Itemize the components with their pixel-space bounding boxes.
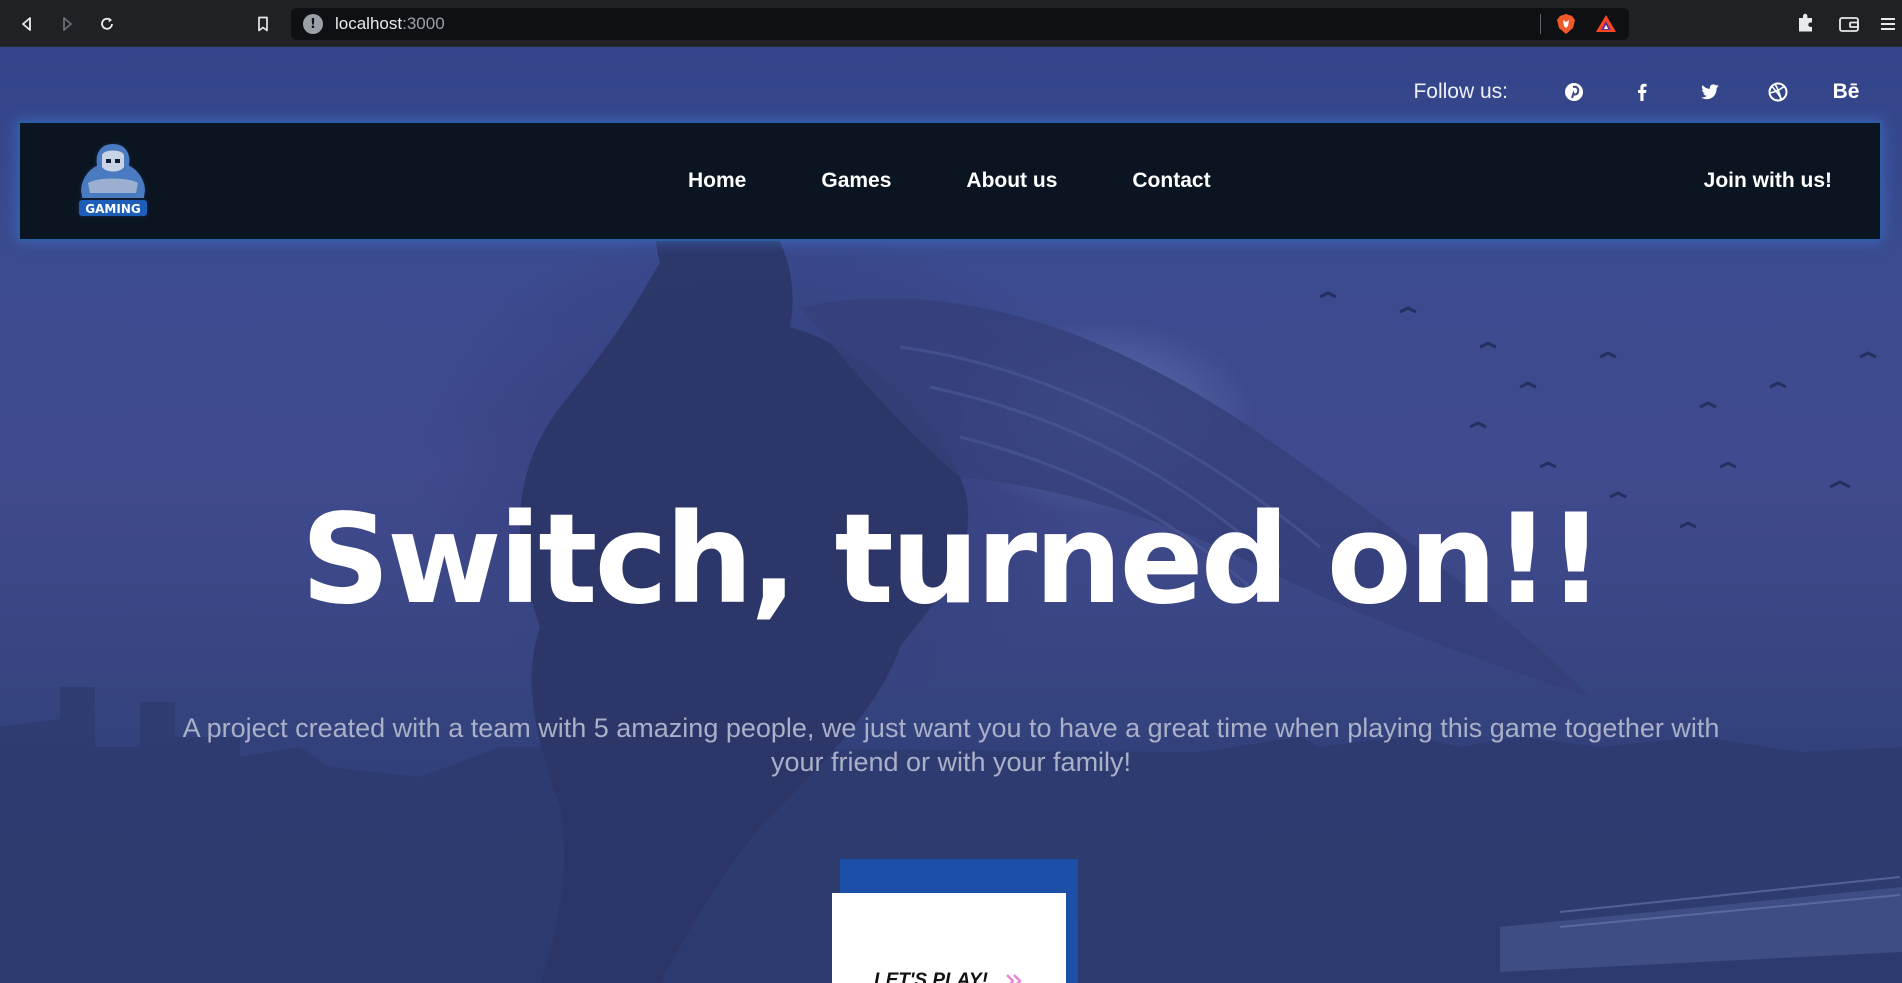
url-text: localhost:3000 — [335, 14, 445, 33]
social-links: Follow us: Bē — [1413, 75, 1880, 109]
pinterest-icon[interactable] — [1540, 75, 1608, 109]
lets-play-button[interactable]: LET'S PLAY! — [832, 893, 1066, 983]
menu-icon[interactable] — [1878, 12, 1898, 36]
double-chevron-right-icon — [1006, 974, 1022, 983]
join-with-us-link[interactable]: Join with us! — [1704, 123, 1832, 239]
extensions-icon[interactable] — [1794, 12, 1818, 36]
nav-contact[interactable]: Contact — [1132, 169, 1210, 193]
lets-play-label: LET'S PLAY! — [874, 970, 988, 983]
address-bar-divider — [1540, 14, 1541, 34]
wallet-icon[interactable] — [1837, 12, 1861, 36]
reload-icon[interactable] — [94, 11, 120, 37]
twitter-icon[interactable] — [1676, 75, 1744, 109]
dribbble-icon[interactable] — [1744, 75, 1812, 109]
brave-shields-icon[interactable] — [1555, 13, 1577, 35]
back-icon[interactable] — [14, 11, 40, 37]
address-bar[interactable]: ! localhost:3000 — [291, 8, 1629, 40]
forward-icon[interactable] — [54, 11, 80, 37]
logo-text: GAMING — [85, 202, 140, 216]
hero-section: Follow us: Bē GAMING Home Games About us… — [0, 47, 1902, 983]
nav-links: Home Games About us Contact — [688, 123, 1286, 239]
browser-toolbar: ! localhost:3000 — [0, 0, 1902, 47]
follow-us-label: Follow us: — [1413, 80, 1508, 103]
behance-icon[interactable]: Bē — [1812, 75, 1880, 109]
hero-headline: Switch, turned on!! — [300, 488, 1604, 632]
brave-rewards-icon[interactable] — [1595, 13, 1617, 35]
hero-subtitle: A project created with a team with 5 ama… — [182, 713, 1720, 777]
nav-home[interactable]: Home — [688, 169, 746, 193]
main-navbar: GAMING Home Games About us Contact Join … — [18, 121, 1882, 241]
site-info-icon[interactable]: ! — [303, 14, 323, 34]
nav-about-us[interactable]: About us — [966, 169, 1057, 193]
gaming-logo[interactable]: GAMING — [74, 139, 152, 227]
nav-games[interactable]: Games — [821, 169, 891, 193]
facebook-icon[interactable] — [1608, 75, 1676, 109]
bookmark-icon[interactable] — [250, 11, 276, 37]
